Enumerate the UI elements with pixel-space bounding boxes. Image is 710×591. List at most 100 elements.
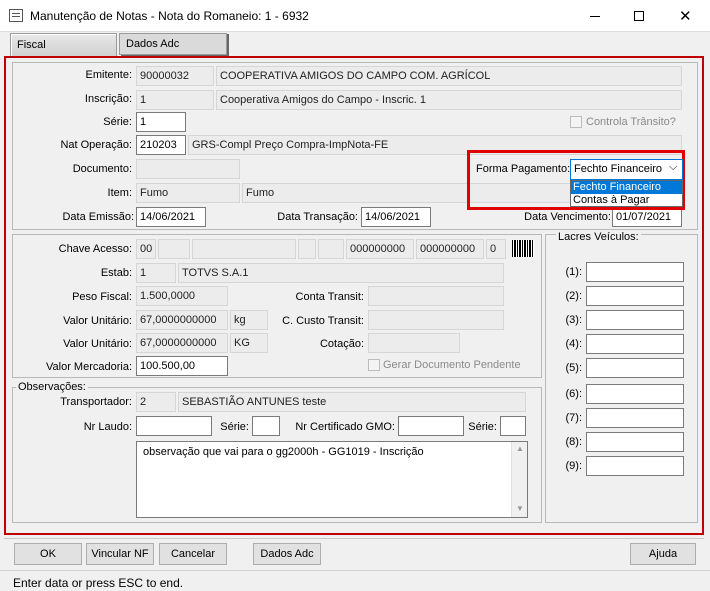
maximize-icon[interactable] (634, 11, 644, 21)
option-fechto-financeiro[interactable]: Fechto Financeiro (571, 181, 682, 194)
vincular-nf-button[interactable]: Vincular NF (86, 543, 154, 565)
chave-f2 (158, 239, 190, 259)
close-icon[interactable]: ✕ (679, 7, 692, 25)
estab-label: Estab: (100, 267, 132, 279)
peso-fiscal-label: Peso Fiscal: (72, 291, 132, 303)
cotacao-label: Cotação: (319, 338, 364, 350)
emitente-label: Emitente: (85, 69, 132, 81)
lacre-label-1: (1): (565, 266, 583, 278)
observacoes-text: observação que vai para o gg2000h - GG10… (143, 446, 424, 458)
lacre-label-6: (6): (565, 388, 583, 400)
valor-mercadoria-input[interactable]: 100.500,00 (136, 356, 228, 376)
barcode-icon[interactable] (512, 240, 534, 257)
estab-code-field: 1 (136, 263, 176, 283)
tab-dados-adc[interactable]: Dados Adc (119, 33, 227, 55)
item-label: Item: (107, 187, 132, 199)
lacre-label-5: (5): (565, 362, 583, 374)
forma-pagamento-select[interactable]: Fechto Financeiro ⌵ (570, 159, 683, 180)
cancelar-button[interactable]: Cancelar (159, 543, 227, 565)
gerar-documento-label: Gerar Documento Pendente (383, 359, 521, 371)
scroll-up-icon[interactable]: ▲ (516, 444, 524, 453)
lacre-label-2: (2): (565, 290, 583, 302)
chave-f6: 000000000 (346, 239, 414, 259)
forma-pagamento-selected: Fechto Financeiro (574, 163, 663, 175)
conta-transit-field (368, 286, 504, 306)
peso-fiscal-field: 1.500,0000 (136, 286, 228, 306)
window-title: Manutenção de Notas - Nota do Romaneio: … (30, 9, 309, 23)
scroll-down-icon[interactable]: ▼ (516, 504, 524, 513)
inscricao-label: Inscrição: (84, 93, 132, 105)
documento-field (136, 159, 240, 179)
lacre-input-7[interactable] (586, 408, 684, 428)
valor-unitario-1-unit: kg (230, 310, 268, 330)
serie-laudo-input[interactable] (252, 416, 280, 436)
valor-unitario-2-field: 67,0000000000 (136, 333, 228, 353)
chave-f7: 000000000 (416, 239, 484, 259)
natop-label: Nat Operação: (60, 139, 132, 151)
estab-name-field: TOTVS S.A.1 (178, 263, 504, 283)
ajuda-button[interactable]: Ajuda (630, 543, 696, 565)
observacoes-textarea[interactable]: observação que vai para o gg2000h - GG10… (136, 441, 528, 518)
tab-dados-adc-label: Dados Adc (126, 38, 180, 50)
serie-input[interactable]: 1 (136, 112, 186, 132)
forma-pagamento-options: Fechto Financeiro Contas à Pagar (570, 180, 683, 207)
lacre-input-6[interactable] (586, 384, 684, 404)
nr-laudo-input[interactable] (136, 416, 212, 436)
lacre-label-9: (9): (565, 460, 583, 472)
textarea-scrollbar[interactable]: ▲ ▼ (511, 442, 527, 517)
lacre-input-2[interactable] (586, 286, 684, 306)
data-emissao-label: Data Emissão: (62, 211, 134, 223)
cotacao-field (368, 333, 460, 353)
data-emissao-input[interactable]: 14/06/2021 (136, 207, 206, 227)
minimize-icon[interactable] (590, 16, 600, 17)
nr-certificado-label: Nr Certificado GMO: (295, 421, 395, 433)
data-transacao-input[interactable]: 14/06/2021 (361, 207, 431, 227)
dados-adc-button[interactable]: Dados Adc (253, 543, 321, 565)
controla-transito-label: Controla Trânsito? (586, 116, 676, 128)
data-transacao-label: Data Transação: (277, 211, 358, 223)
tab-fiscal[interactable]: Fiscal (10, 33, 117, 57)
data-vencimento-input[interactable]: 01/07/2021 (612, 207, 682, 227)
inscricao-name-field: Cooperativa Amigos do Campo - Inscric. 1 (216, 90, 682, 110)
valor-mercadoria-label: Valor Mercadoria: (46, 361, 132, 373)
documento-label: Documento: (72, 163, 132, 175)
app-icon (9, 9, 23, 22)
transportador-name-field: SEBASTIÃO ANTUNES teste (178, 392, 526, 412)
option-contas-a-pagar[interactable]: Contas à Pagar (571, 194, 682, 207)
status-bar: Enter data or press ESC to end. (0, 570, 710, 591)
title-bar: Manutenção de Notas - Nota do Romaneio: … (0, 0, 710, 32)
ok-button[interactable]: OK (14, 543, 82, 565)
gerar-documento-checkbox[interactable] (368, 359, 380, 371)
transportador-code-field: 2 (136, 392, 176, 412)
emitente-name-field: COOPERATIVA AMIGOS DO CAMPO COM. AGRÍCOL (216, 66, 682, 86)
serie-cert-label: Série: (468, 421, 497, 433)
chevron-down-icon: ⌵ (669, 161, 678, 173)
chave-f8: 0 (486, 239, 506, 259)
valor-unitario-1-label: Valor Unitário: (63, 315, 132, 327)
inscricao-code-field: 1 (136, 90, 214, 110)
lacre-input-1[interactable] (586, 262, 684, 282)
nr-laudo-label: Nr Laudo: (83, 421, 132, 433)
valor-unitario-1-field: 67,0000000000 (136, 310, 228, 330)
data-vencimento-label: Data Vencimento: (524, 211, 611, 223)
controla-transito-checkbox[interactable] (570, 116, 582, 128)
lacre-input-5[interactable] (586, 358, 684, 378)
item-code-field: Fumo (136, 183, 240, 203)
transportador-label: Transportador: (60, 396, 132, 408)
lacre-label-8: (8): (565, 436, 583, 448)
serie-laudo-label: Série: (220, 421, 249, 433)
chave-f1: 00 (136, 239, 156, 259)
valor-unitario-2-label: Valor Unitário: (63, 338, 132, 350)
lacre-input-8[interactable] (586, 432, 684, 452)
serie-cert-input[interactable] (500, 416, 526, 436)
lacre-input-4[interactable] (586, 334, 684, 354)
chave-f5 (318, 239, 344, 259)
tab-fiscal-label: Fiscal (17, 39, 46, 51)
status-text: Enter data or press ESC to end. (13, 576, 184, 590)
lacre-input-3[interactable] (586, 310, 684, 330)
lacre-label-4: (4): (565, 338, 583, 350)
lacre-label-3: (3): (565, 314, 583, 326)
natop-code-input[interactable]: 210203 (136, 135, 186, 155)
lacre-input-9[interactable] (586, 456, 684, 476)
nr-certificado-input[interactable] (398, 416, 464, 436)
